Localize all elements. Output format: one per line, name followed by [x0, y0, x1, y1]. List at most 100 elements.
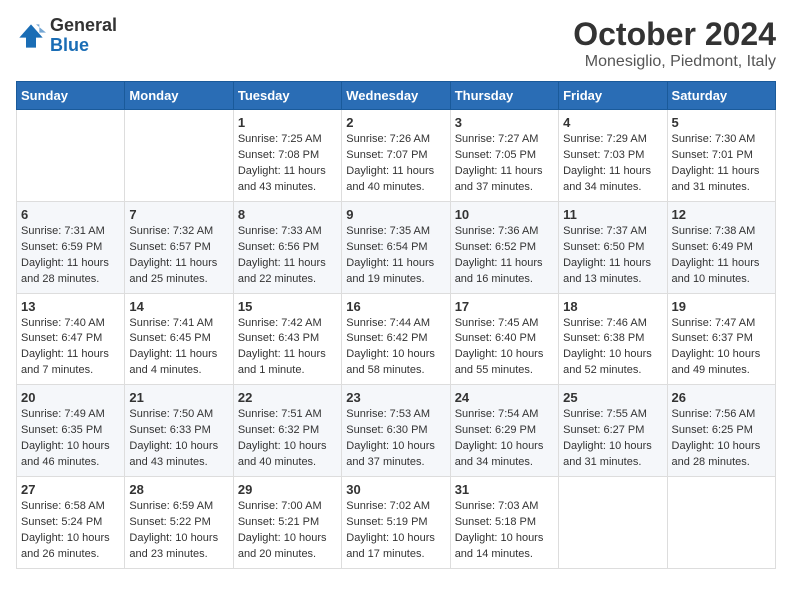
sunrise: Sunrise: 7:50 AM	[129, 408, 213, 420]
day-number: 4	[563, 115, 662, 130]
day-cell: 2Sunrise: 7:26 AMSunset: 7:07 PMDaylight…	[342, 110, 450, 202]
sunrise: Sunrise: 7:25 AM	[238, 133, 322, 145]
daylight: Daylight: 10 hours and 40 minutes.	[238, 440, 327, 468]
sunset: Sunset: 6:56 PM	[238, 241, 319, 253]
day-number: 26	[672, 390, 771, 405]
sunset: Sunset: 6:33 PM	[129, 424, 210, 436]
sunset: Sunset: 6:45 PM	[129, 332, 210, 344]
week-row-4: 20 Sunrise: 7:49 AMSunset: 6:35 PMDayligh…	[17, 385, 776, 477]
sunset: Sunset: 6:43 PM	[238, 332, 319, 344]
sunrise: Sunrise: 7:40 AM	[21, 317, 105, 329]
day-number: 9	[346, 207, 445, 222]
sunrise: Sunrise: 7:55 AM	[563, 408, 647, 420]
sunset: Sunset: 6:47 PM	[21, 332, 102, 344]
sunset: Sunset: 6:29 PM	[455, 424, 536, 436]
weekday-header-wednesday: Wednesday	[342, 82, 450, 110]
day-info: Sunrise: 7:36 AMSunset: 6:52 PMDaylight:…	[455, 224, 554, 288]
daylight: Daylight: 11 hours and 7 minutes.	[21, 348, 109, 376]
day-cell: 20 Sunrise: 7:49 AMSunset: 6:35 PMDayligh…	[17, 385, 125, 477]
sunrise: Sunrise: 7:54 AM	[455, 408, 539, 420]
daylight: Daylight: 10 hours and 23 minutes.	[129, 532, 218, 560]
day-info: Sunrise: 7:55 AMSunset: 6:27 PMDaylight:…	[563, 407, 662, 471]
daylight: Daylight: 10 hours and 43 minutes.	[129, 440, 218, 468]
day-info: Sunrise: 6:58 AMSunset: 5:24 PMDaylight:…	[21, 499, 120, 563]
day-number: 17	[455, 299, 554, 314]
sunrise: Sunrise: 7:51 AM	[238, 408, 322, 420]
day-cell	[125, 110, 233, 202]
day-number: 7	[129, 207, 228, 222]
day-number: 29	[238, 482, 337, 497]
daylight: Daylight: 10 hours and 52 minutes.	[563, 348, 652, 376]
day-info: Sunrise: 7:02 AMSunset: 5:19 PMDaylight:…	[346, 499, 445, 563]
daylight: Daylight: 10 hours and 46 minutes.	[21, 440, 110, 468]
day-number: 14	[129, 299, 228, 314]
day-cell: 4 Sunrise: 7:29 AMSunset: 7:03 PMDaylight…	[559, 110, 667, 202]
day-info: Sunrise: 7:33 AMSunset: 6:56 PMDaylight:…	[238, 224, 337, 288]
daylight: Daylight: 10 hours and 14 minutes.	[455, 532, 544, 560]
sunset: Sunset: 6:35 PM	[21, 424, 102, 436]
daylight: Daylight: 10 hours and 58 minutes.	[346, 348, 435, 376]
sunset: Sunset: 7:03 PM	[563, 149, 644, 161]
day-cell: 3Sunrise: 7:27 AMSunset: 7:05 PMDaylight…	[450, 110, 558, 202]
daylight: Daylight: 11 hours and 43 minutes.	[238, 165, 326, 193]
daylight: Daylight: 10 hours and 28 minutes.	[672, 440, 761, 468]
weekday-header-saturday: Saturday	[667, 82, 775, 110]
daylight: Daylight: 10 hours and 55 minutes.	[455, 348, 544, 376]
day-number: 11	[563, 207, 662, 222]
day-cell: 8Sunrise: 7:33 AMSunset: 6:56 PMDaylight…	[233, 201, 341, 293]
sunrise: Sunrise: 6:58 AM	[21, 500, 105, 512]
week-row-3: 13Sunrise: 7:40 AMSunset: 6:47 PMDayligh…	[17, 293, 776, 385]
sunrise: Sunrise: 7:44 AM	[346, 317, 430, 329]
daylight: Daylight: 11 hours and 40 minutes.	[346, 165, 434, 193]
calendar-table: SundayMondayTuesdayWednesdayThursdayFrid…	[16, 81, 776, 569]
day-info: Sunrise: 7:27 AMSunset: 7:05 PMDaylight:…	[455, 132, 554, 196]
day-number: 27	[21, 482, 120, 497]
day-info: Sunrise: 7:29 AMSunset: 7:03 PMDaylight:…	[563, 132, 662, 196]
day-number: 10	[455, 207, 554, 222]
daylight: Daylight: 11 hours and 1 minute.	[238, 348, 326, 376]
title-block: October 2024 Monesiglio, Piedmont, Italy	[573, 16, 776, 71]
day-number: 21	[129, 390, 228, 405]
daylight: Daylight: 10 hours and 37 minutes.	[346, 440, 435, 468]
day-info: Sunrise: 7:49 AMSunset: 6:35 PMDaylight:…	[21, 407, 120, 471]
day-number: 15	[238, 299, 337, 314]
day-info: Sunrise: 7:51 AM Sunset: 6:32 PM Daylight:…	[238, 407, 337, 471]
day-cell: 18Sunrise: 7:46 AMSunset: 6:38 PMDayligh…	[559, 293, 667, 385]
daylight: Daylight: 11 hours and 28 minutes.	[21, 257, 109, 285]
day-info: Sunrise: 7:53 AMSunset: 6:30 PMDaylight:…	[346, 407, 445, 471]
sunrise: Sunrise: 7:37 AM	[563, 225, 647, 237]
day-number: 1	[238, 115, 337, 130]
day-cell: 11Sunrise: 7:37 AMSunset: 6:50 PMDayligh…	[559, 201, 667, 293]
day-info: Sunrise: 7:00 AMSunset: 5:21 PMDaylight:…	[238, 499, 337, 563]
day-info: Sunrise: 7:56 AMSunset: 6:25 PMDaylight:…	[672, 407, 771, 471]
day-info: Sunrise: 7:41 AMSunset: 6:45 PMDaylight:…	[129, 316, 228, 380]
location: Monesiglio, Piedmont, Italy	[573, 53, 776, 71]
sunrise: Sunrise: 7:00 AM	[238, 500, 322, 512]
sunset: Sunset: 6:42 PM	[346, 332, 427, 344]
day-cell: 26 Sunrise: 7:56 AMSunset: 6:25 PMDayligh…	[667, 385, 775, 477]
daylight: Daylight: 10 hours and 49 minutes.	[672, 348, 761, 376]
daylight: Daylight: 10 hours and 26 minutes.	[21, 532, 110, 560]
day-cell: 30Sunrise: 7:02 AMSunset: 5:19 PMDayligh…	[342, 477, 450, 569]
day-number: 16	[346, 299, 445, 314]
sunrise: Sunrise: 7:53 AM	[346, 408, 430, 420]
sunset: Sunset: 7:08 PM	[238, 149, 319, 161]
day-number: 20	[21, 390, 120, 405]
sunset: Sunset: 7:07 PM	[346, 149, 427, 161]
sunset: Sunset: 6:54 PM	[346, 241, 427, 253]
day-cell	[667, 477, 775, 569]
daylight: Daylight: 10 hours and 20 minutes.	[238, 532, 327, 560]
day-cell: 5Sunrise: 7:30 AMSunset: 7:01 PMDaylight…	[667, 110, 775, 202]
daylight: Daylight: 11 hours and 22 minutes.	[238, 257, 326, 285]
day-cell: 22Sunrise: 7:51 AMSunset: 6:32 PMDayligh…	[233, 385, 341, 477]
weekday-header-monday: Monday	[125, 82, 233, 110]
day-cell: 27 Sunrise: 6:58 AMSunset: 5:24 PMDayligh…	[17, 477, 125, 569]
day-info: Sunrise: 7:30 AMSunset: 7:01 PMDaylight:…	[672, 132, 771, 196]
day-number: 2	[346, 115, 445, 130]
sunset: Sunset: 6:40 PM	[455, 332, 536, 344]
logo: General Blue	[16, 16, 117, 56]
sunset: Sunset: 6:52 PM	[455, 241, 536, 253]
sunset: Sunset: 6:32 PM	[238, 424, 319, 436]
day-cell: 1 Sunrise: 7:25 AM Sunset: 7:08 PM Daylight…	[233, 110, 341, 202]
week-row-5: 27 Sunrise: 6:58 AMSunset: 5:24 PMDayligh…	[17, 477, 776, 569]
